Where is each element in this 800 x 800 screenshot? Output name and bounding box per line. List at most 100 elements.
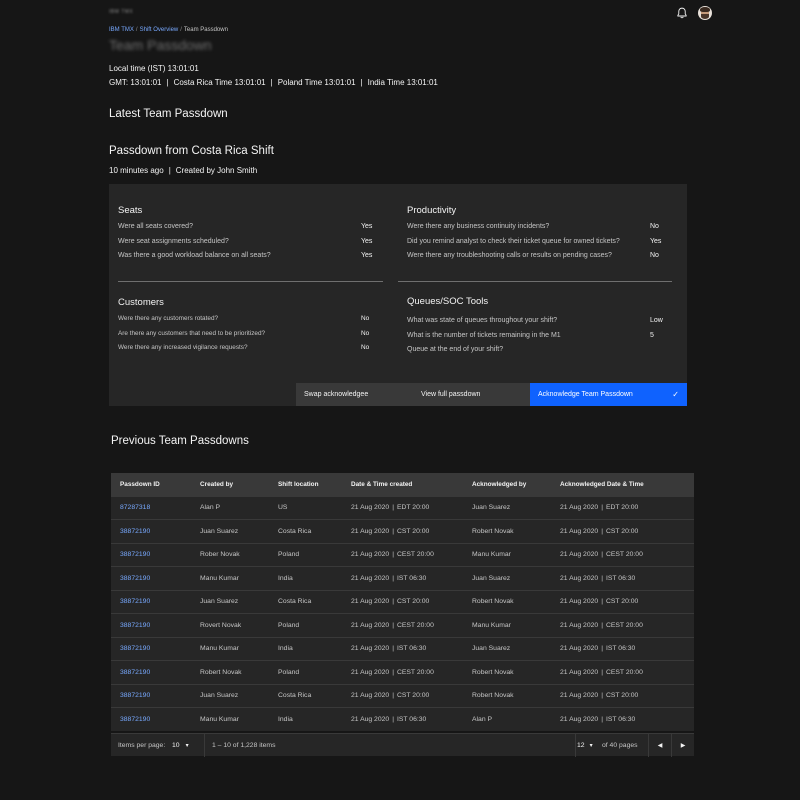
view-full-passdown-button[interactable]: View full passdown	[413, 383, 530, 406]
passdown-id-link[interactable]: 38872190	[111, 708, 191, 732]
time: CEST 20:00	[605, 668, 643, 676]
chevron-down-icon: ▾	[185, 743, 189, 749]
passdown-id-link[interactable]: 38872190	[111, 614, 191, 638]
pipe-separator: |	[601, 527, 603, 535]
time: CST 20:00	[605, 527, 639, 535]
meta-separator: |	[168, 166, 171, 175]
pipe-separator: |	[601, 574, 603, 582]
avatar-hair	[700, 7, 710, 12]
created-datetime-cell: 21 Aug 2020 | IST 06:30	[342, 708, 463, 732]
created-datetime-cell: 21 Aug 2020 | IST 06:30	[342, 567, 463, 591]
section-title: Productivity	[407, 205, 457, 216]
breadcrumb-item-ibm-tmx[interactable]: IBM TMX	[109, 27, 134, 33]
question: Was there a good workload balance on all…	[118, 252, 271, 259]
passdown-id-link[interactable]: 38872190	[111, 637, 191, 661]
column-header-acknowledged-datetime[interactable]: Acknowledged Date & Time	[551, 473, 694, 496]
qa-row: Were there any increased vigilance reque…	[118, 344, 383, 359]
pipe-separator: |	[601, 504, 603, 512]
pipe-separator: |	[392, 551, 394, 559]
question: What is the number of tickets remaining …	[407, 331, 561, 339]
question: Were there any increased vigilance reque…	[118, 344, 248, 351]
table-row[interactable]: 38872190 Manu Kumar India 21 Aug 2020 | IST 0…	[111, 707, 694, 732]
acknowledge-passdown-button[interactable]: Acknowledge Team Passdown ✓	[530, 383, 687, 406]
bell-icon[interactable]	[676, 7, 688, 19]
items-per-page-label: Items per page:	[118, 742, 166, 749]
swap-acknowledgee-button[interactable]: Swap acknowledgee	[296, 383, 413, 406]
section-queues: Queues/SOC Tools What was state of queue…	[407, 296, 672, 361]
section-divider	[398, 281, 672, 282]
table-row[interactable]: 38872190 Rober Novak Poland 21 Aug 2020 | CES…	[111, 543, 694, 567]
latest-passdown-heading: Latest Team Passdown	[109, 108, 228, 120]
passdown-title: Passdown from Costa Rica Shift	[109, 145, 274, 157]
pipe-separator: |	[392, 692, 394, 700]
caret-right-icon[interactable]: ▶	[672, 734, 694, 757]
latest-passdown-card: Seats Were all seats covered? Yes Were se…	[109, 184, 687, 406]
items-per-page-select[interactable]: 10 ▾	[172, 734, 189, 757]
created-by-cell: Manu Kumar	[200, 645, 239, 653]
table-row[interactable]: 38872190 Rovert Novak Poland 21 Aug 2020 | CE…	[111, 613, 694, 638]
item-range: 1 – 10 of 1,228 items	[212, 742, 276, 749]
column-header-created-by[interactable]: Created by	[191, 473, 269, 496]
timezone-separator: |	[360, 78, 363, 87]
time: EDT 20:00	[605, 504, 639, 512]
passdown-id-link[interactable]: 38872190	[111, 520, 191, 544]
column-header-acknowledged-by[interactable]: Acknowledged by	[463, 473, 551, 496]
answer: 5	[650, 331, 654, 339]
date: 21 Aug 2020	[351, 527, 390, 535]
table-row[interactable]: 38872190 Juan Suarez Costa Rica 21 Aug 2020…	[111, 684, 694, 708]
time: CST 20:00	[396, 692, 430, 700]
created-by-cell: Robert Novak	[200, 668, 242, 676]
acknowledged-by-cell: Robert Novak	[472, 668, 514, 676]
answer: No	[650, 223, 659, 230]
column-header-shift-location[interactable]: Shift location	[269, 473, 342, 496]
acknowledged-datetime-cell: 21 Aug 2020 | CST 20:00	[551, 520, 694, 544]
passdown-id-link[interactable]: 38872190	[111, 543, 191, 567]
section-title: Customers	[118, 297, 164, 308]
qa-row: Was there a good workload balance on all…	[118, 252, 383, 267]
qa-row: Did you remind analyst to check their ti…	[407, 238, 672, 253]
passdown-id-link[interactable]: 38872190	[111, 661, 191, 685]
acknowledged-datetime-cell: 21 Aug 2020 | CST 20:00	[551, 590, 694, 614]
time: CEST 20:00	[605, 551, 643, 559]
acknowledged-by-cell: Robert Novak	[472, 527, 514, 535]
avatar-beard	[701, 14, 709, 19]
date: 21 Aug 2020	[560, 574, 599, 582]
table-row[interactable]: 87287318 Alan P US 21 Aug 2020 | EDT 20:00 Jua…	[111, 496, 694, 520]
page-number: 12	[577, 742, 585, 749]
table-row[interactable]: 38872190 Juan Suarez Costa Rica 21 Aug 2020…	[111, 590, 694, 614]
time: CST 20:00	[605, 692, 639, 700]
time: IST 06:30	[396, 716, 427, 723]
section-title: Queues/SOC Tools	[407, 296, 489, 307]
answer: No	[650, 252, 659, 259]
page-select[interactable]: 12 ▾	[577, 734, 593, 757]
passdown-id-link[interactable]: 38872190	[111, 567, 191, 591]
user-avatar[interactable]	[698, 6, 712, 20]
time: CEST 20:00	[605, 621, 643, 629]
table-row[interactable]: 38872190 Juan Suarez Costa Rica 21 Aug 2020…	[111, 519, 694, 544]
pipe-separator: |	[601, 716, 603, 723]
shift-location-cell: Costa Rica	[278, 527, 312, 535]
column-header-created-datetime[interactable]: Date & Time created	[342, 473, 463, 496]
date: 21 Aug 2020	[351, 668, 390, 676]
time: IST 06:30	[396, 574, 427, 582]
qa-row: What was state of queues throughout your…	[407, 317, 672, 332]
brand-name[interactable]: IBM TMX	[109, 9, 133, 15]
answer: No	[361, 344, 370, 351]
table-row[interactable]: 38872190 Manu Kumar India 21 Aug 2020 | IST 0…	[111, 566, 694, 591]
breadcrumb: IBM TMX / Shift Overview / Team Passdown	[109, 27, 228, 33]
table-row[interactable]: 38872190 Manu Kumar India 21 Aug 2020 | IST 0…	[111, 637, 694, 661]
date: 21 Aug 2020	[351, 645, 390, 653]
time: IST 06:30	[396, 645, 427, 653]
acknowledged-datetime-cell: 21 Aug 2020 | CEST 20:00	[551, 614, 694, 638]
timezone-costa-rica: Costa Rica Time 13:01:01	[173, 78, 266, 87]
passdown-id-link[interactable]: 38872190	[111, 590, 191, 614]
caret-left-icon[interactable]: ◀	[649, 734, 671, 757]
table-row[interactable]: 38872190 Robert Novak Poland 21 Aug 2020 | CE…	[111, 660, 694, 685]
timezone-list: GMT: 13:01:01 | Costa Rica Time 13:01:01 | P…	[109, 78, 438, 87]
column-header-passdown-id[interactable]: Passdown ID	[111, 473, 191, 496]
passdown-id-link[interactable]: 87287318	[111, 496, 191, 520]
shift-location-cell: India	[278, 645, 293, 653]
answer: Yes	[361, 237, 373, 245]
breadcrumb-item-shift-overview[interactable]: Shift Overview	[140, 27, 179, 33]
passdown-id-link[interactable]: 38872190	[111, 684, 191, 708]
